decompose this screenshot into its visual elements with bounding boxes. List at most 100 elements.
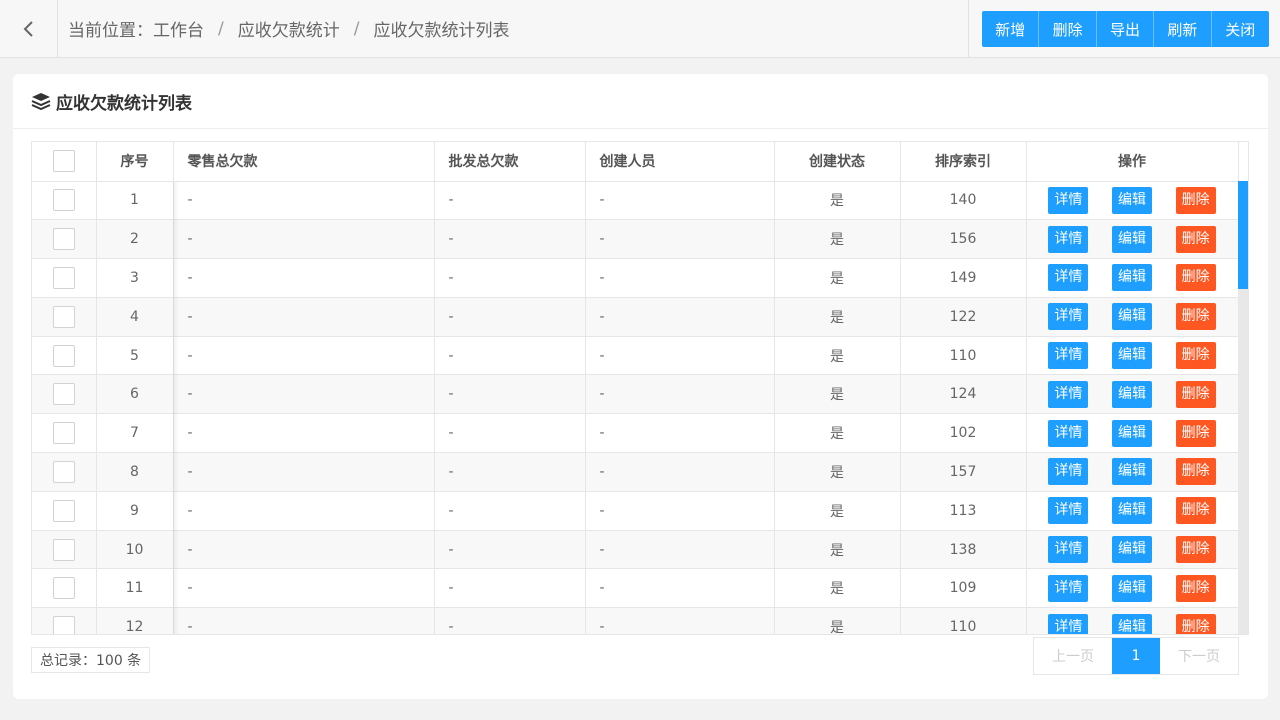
page-number-current[interactable]: 1: [1112, 638, 1160, 674]
detail-button[interactable]: 详情: [1048, 264, 1089, 292]
scrollbar-thumb[interactable]: [1238, 181, 1248, 289]
row-checkbox[interactable]: [52, 344, 75, 367]
row-delete-button[interactable]: 删除: [1175, 342, 1216, 370]
add-button[interactable]: 新增: [982, 11, 1040, 47]
table-row[interactable]: 11- - - 是 109 详情 编辑 删除: [32, 568, 1239, 609]
edit-button[interactable]: 编辑: [1111, 574, 1152, 602]
header-select-all: [32, 142, 97, 182]
edit-button[interactable]: 编辑: [1111, 303, 1152, 331]
row-checkbox[interactable]: [52, 305, 75, 328]
detail-button[interactable]: 详情: [1048, 303, 1089, 331]
card-title: 应收欠款统计列表: [56, 93, 192, 114]
row-checkbox[interactable]: [52, 189, 75, 212]
table-scrollbar[interactable]: [1238, 181, 1248, 634]
detail-button[interactable]: 详情: [1048, 536, 1089, 564]
cell-wholesale-debt: -: [434, 181, 586, 221]
cell-seq: 2: [96, 219, 174, 260]
edit-button[interactable]: 编辑: [1111, 497, 1152, 525]
table-row[interactable]: 12- - - 是 110 详情 编辑 删除: [32, 607, 1239, 634]
table-row[interactable]: 9- - - 是 113 详情 编辑 删除: [32, 491, 1239, 531]
column-header[interactable]: 排序索引: [900, 142, 1027, 182]
edit-button[interactable]: 编辑: [1111, 342, 1152, 370]
column-header[interactable]: 创建人员: [585, 142, 775, 182]
row-delete-button[interactable]: 删除: [1175, 303, 1216, 331]
next-page-button[interactable]: 下一页: [1160, 638, 1238, 674]
row-checkbox[interactable]: [52, 228, 75, 251]
row-checkbox[interactable]: [52, 499, 75, 522]
cell-actions: 详情 编辑 删除: [1026, 374, 1239, 415]
row-checkbox[interactable]: [52, 616, 75, 634]
row-checkbox[interactable]: [52, 266, 75, 289]
row-delete-button[interactable]: 删除: [1175, 497, 1216, 525]
refresh-button[interactable]: 刷新: [1154, 11, 1212, 47]
column-header: 操作: [1026, 142, 1239, 182]
column-header[interactable]: 创建状态: [774, 142, 901, 182]
row-checkbox[interactable]: [52, 460, 75, 483]
detail-button[interactable]: 详情: [1048, 419, 1089, 447]
row-delete-button[interactable]: 删除: [1175, 380, 1216, 408]
cell-wholesale-debt: -: [434, 219, 586, 260]
row-checkbox[interactable]: [52, 538, 75, 561]
table-row[interactable]: 3- - - 是 149 详情 编辑 删除: [32, 258, 1239, 298]
back-button[interactable]: [0, 0, 58, 57]
cell-sort-index: 110: [900, 607, 1027, 634]
detail-button[interactable]: 详情: [1048, 186, 1089, 214]
detail-button[interactable]: 详情: [1048, 613, 1089, 634]
delete-button[interactable]: 删除: [1039, 11, 1097, 47]
row-checkbox[interactable]: [52, 577, 75, 600]
breadcrumb-item-receivables[interactable]: 应收欠款统计: [238, 16, 340, 41]
row-select-cell: [32, 336, 97, 376]
cell-creator: -: [585, 413, 775, 454]
detail-button[interactable]: 详情: [1048, 225, 1089, 253]
table-row[interactable]: 4- - - 是 122 详情 编辑 删除: [32, 297, 1239, 337]
edit-button[interactable]: 编辑: [1111, 536, 1152, 564]
detail-button[interactable]: 详情: [1048, 497, 1089, 525]
table-row[interactable]: 8- - - 是 157 详情 编辑 删除: [32, 452, 1239, 492]
edit-button[interactable]: 编辑: [1111, 380, 1152, 408]
cell-wholesale-debt: -: [434, 374, 586, 415]
cell-retail-debt: -: [173, 413, 435, 454]
edit-button[interactable]: 编辑: [1111, 419, 1152, 447]
row-checkbox[interactable]: [52, 383, 75, 406]
row-select-cell: [32, 374, 97, 415]
close-button[interactable]: 关闭: [1211, 11, 1269, 47]
cell-status: 是: [774, 452, 901, 492]
table-row[interactable]: 2- - - 是 156 详情 编辑 删除: [32, 219, 1239, 260]
row-delete-button[interactable]: 删除: [1175, 536, 1216, 564]
row-delete-button[interactable]: 删除: [1175, 419, 1216, 447]
row-delete-button[interactable]: 删除: [1175, 264, 1216, 292]
edit-button[interactable]: 编辑: [1111, 225, 1152, 253]
edit-button[interactable]: 编辑: [1111, 264, 1152, 292]
table-row[interactable]: 1- - - 是 140 详情 编辑 删除: [32, 181, 1239, 221]
row-actions: 详情 编辑 删除: [1027, 574, 1238, 602]
cell-wholesale-debt: -: [434, 607, 586, 634]
breadcrumb-item-workbench[interactable]: 工作台: [153, 16, 204, 41]
detail-button[interactable]: 详情: [1048, 342, 1089, 370]
row-checkbox[interactable]: [52, 422, 75, 445]
row-delete-button[interactable]: 删除: [1175, 186, 1216, 214]
detail-button[interactable]: 详情: [1048, 380, 1089, 408]
column-header[interactable]: 序号: [96, 142, 174, 182]
detail-button[interactable]: 详情: [1048, 458, 1089, 486]
select-all-checkbox[interactable]: [52, 150, 75, 173]
edit-button[interactable]: 编辑: [1111, 613, 1152, 634]
cell-seq: 6: [96, 374, 174, 415]
column-header[interactable]: 零售总欠款: [173, 142, 435, 182]
table-row[interactable]: 7- - - 是 102 详情 编辑 删除: [32, 413, 1239, 454]
row-delete-button[interactable]: 删除: [1175, 574, 1216, 602]
prev-page-button[interactable]: 上一页: [1034, 638, 1112, 674]
column-header[interactable]: 批发总欠款: [434, 142, 586, 182]
cell-status: 是: [774, 568, 901, 609]
table-row[interactable]: 6- - - 是 124 详情 编辑 删除: [32, 374, 1239, 415]
detail-button[interactable]: 详情: [1048, 574, 1089, 602]
export-button[interactable]: 导出: [1096, 11, 1155, 47]
table-row[interactable]: 5- - - 是 110 详情 编辑 删除: [32, 336, 1239, 376]
edit-button[interactable]: 编辑: [1111, 458, 1152, 486]
pagination: 上一页 1 下一页: [1033, 637, 1239, 675]
table-row[interactable]: 10- - - 是 138 详情 编辑 删除: [32, 530, 1239, 570]
row-delete-button[interactable]: 删除: [1175, 613, 1216, 634]
row-delete-button[interactable]: 删除: [1175, 225, 1216, 253]
edit-button[interactable]: 编辑: [1111, 186, 1152, 214]
row-delete-button[interactable]: 删除: [1175, 458, 1216, 486]
cell-seq: 12: [96, 607, 174, 634]
